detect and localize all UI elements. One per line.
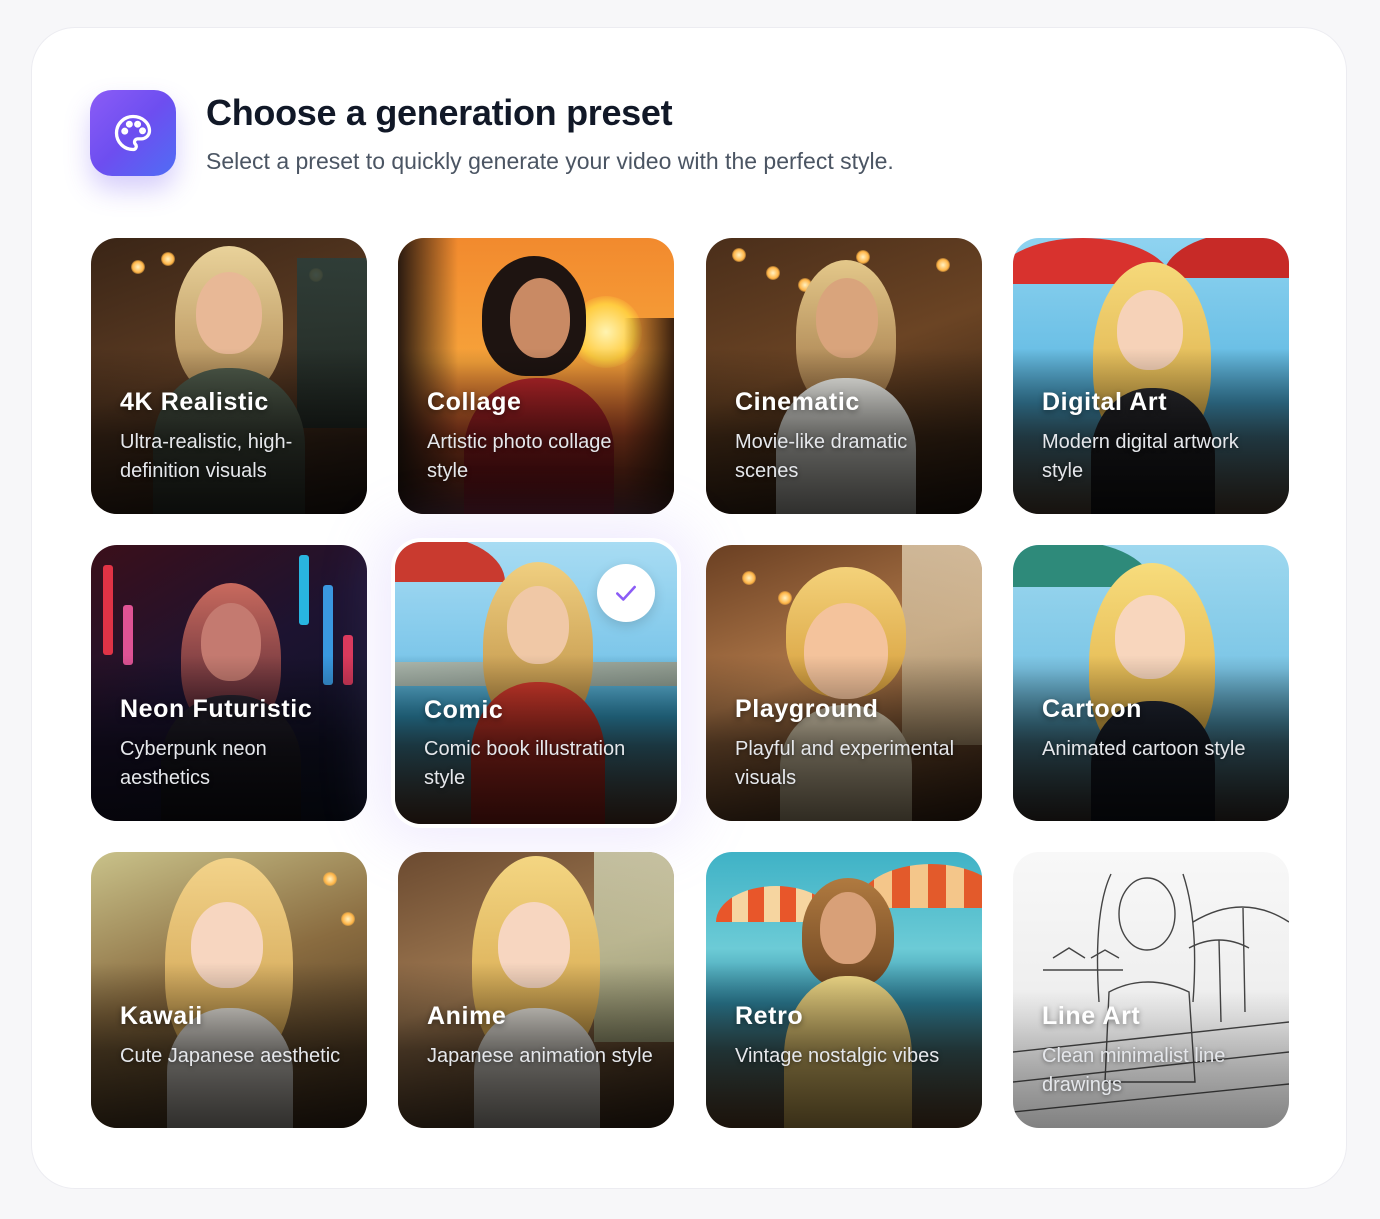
preset-description: Playful and experimental visuals xyxy=(735,738,955,789)
preset-name: Kawaii xyxy=(120,1002,203,1030)
preset-description: Comic book illustration style xyxy=(424,738,626,789)
preset-description: Cyberpunk neon aesthetics xyxy=(120,738,267,789)
preset-thumbnail xyxy=(398,852,674,1128)
selected-check-icon xyxy=(597,564,655,622)
page-title: Choose a generation preset xyxy=(206,92,673,133)
preset-name: 4K Realistic xyxy=(120,388,269,416)
preset-name: Neon Futuristic xyxy=(120,695,313,723)
preset-thumbnail xyxy=(706,852,982,1128)
preset-name: Anime xyxy=(427,1002,507,1030)
preset-card-collage[interactable]: Collage Artistic photo collage style xyxy=(398,238,674,514)
preset-card-kawaii[interactable]: Kawaii Cute Japanese aesthetic xyxy=(91,852,367,1128)
preset-description: Cute Japanese aesthetic xyxy=(120,1045,341,1067)
preset-description: Artistic photo collage style xyxy=(427,431,612,482)
preset-thumbnail xyxy=(91,852,367,1128)
preset-description: Modern digital artwork style xyxy=(1042,431,1239,482)
preset-name: Comic xyxy=(424,696,504,724)
preset-card-anime[interactable]: Anime Japanese animation style xyxy=(398,852,674,1128)
preset-card-neon-futuristic[interactable]: Neon Futuristic Cyberpunk neon aesthetic… xyxy=(91,545,367,821)
palette-icon xyxy=(90,90,176,176)
preset-card-retro[interactable]: Retro Vintage nostalgic vibes xyxy=(706,852,982,1128)
preset-name: Cinematic xyxy=(735,388,860,416)
preset-description: Vintage nostalgic vibes xyxy=(735,1045,940,1067)
preset-description: Clean minimalist line drawings xyxy=(1042,1045,1226,1096)
preset-card-playground[interactable]: Playground Playful and experimental visu… xyxy=(706,545,982,821)
preset-description: Movie-like dramatic scenes xyxy=(735,431,908,482)
preset-card-digital-art[interactable]: Digital Art Modern digital artwork style xyxy=(1013,238,1289,514)
preset-card-comic[interactable]: Comic Comic book illustration style xyxy=(395,542,677,824)
preset-name: Playground xyxy=(735,695,879,723)
preset-description: Animated cartoon style xyxy=(1042,738,1246,760)
preset-panel: Choose a generation preset Select a pres… xyxy=(31,27,1347,1189)
preset-description: Japanese animation style xyxy=(427,1045,653,1067)
preset-thumbnail xyxy=(1013,545,1289,821)
preset-card-4k-realistic[interactable]: 4K Realistic Ultra-realistic, high-defin… xyxy=(91,238,367,514)
preset-description: Ultra-realistic, high-definition visuals xyxy=(120,431,293,482)
preset-card-cinematic[interactable]: Cinematic Movie-like dramatic scenes xyxy=(706,238,982,514)
preset-name: Line Art xyxy=(1042,1002,1141,1030)
preset-name: Collage xyxy=(427,388,522,416)
preset-name: Retro xyxy=(735,1002,804,1030)
preset-card-line-art[interactable]: Line Art Clean minimalist line drawings xyxy=(1013,852,1289,1128)
page-subtitle: Select a preset to quickly generate your… xyxy=(206,148,894,174)
preset-name: Cartoon xyxy=(1042,695,1143,723)
preset-name: Digital Art xyxy=(1042,388,1168,416)
preset-card-cartoon[interactable]: Cartoon Animated cartoon style xyxy=(1013,545,1289,821)
